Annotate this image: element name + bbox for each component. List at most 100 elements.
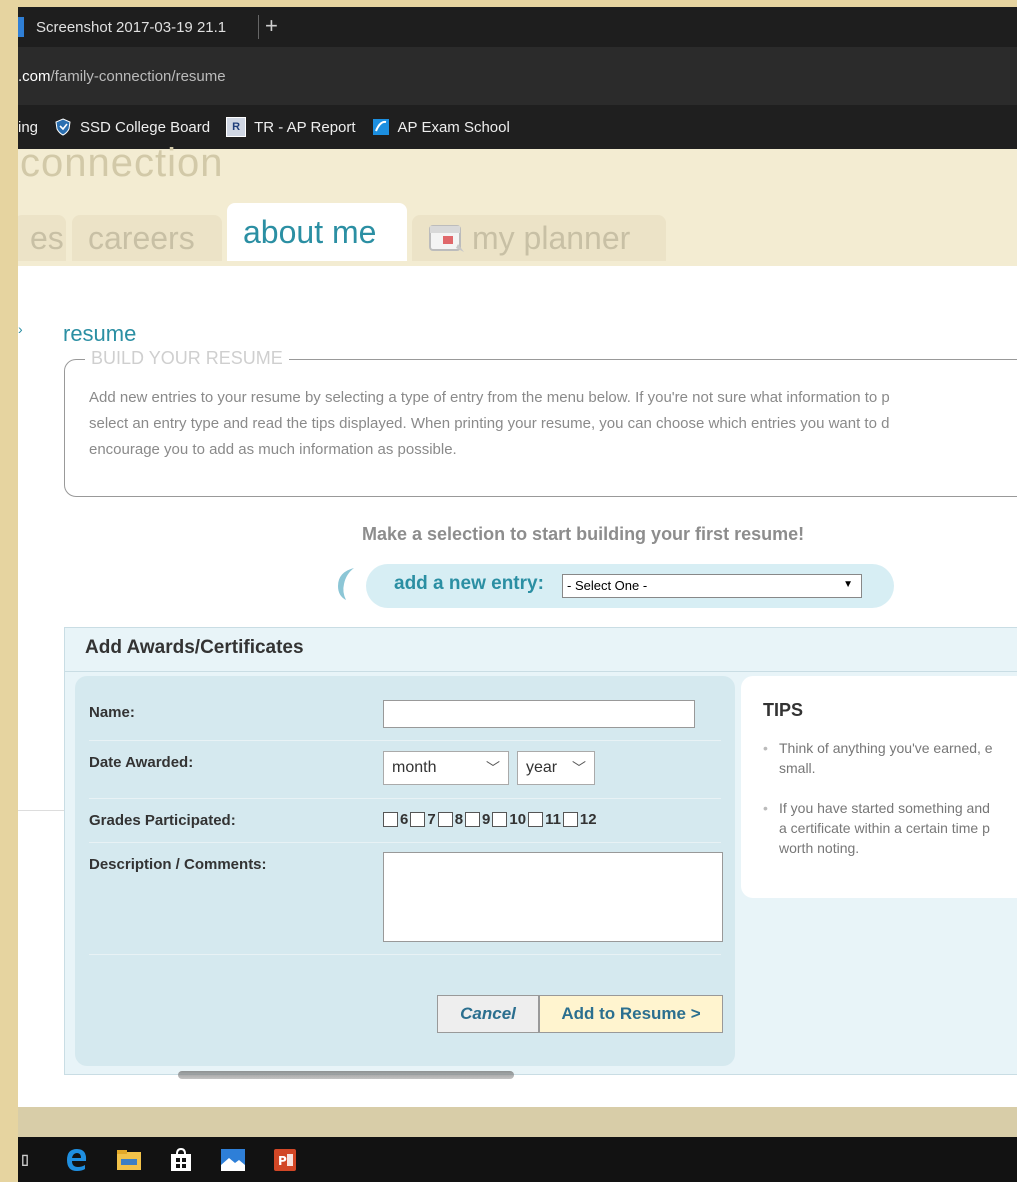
awards-form: Name: Date Awarded: month ﹀ year ﹀ Grade… <box>75 676 735 1066</box>
build-resume-description: Add new entries to your resume by select… <box>89 385 1017 463</box>
windows-taskbar: ▯ P <box>18 1137 1017 1182</box>
tab-title: Screenshot 2017-03-19 21.1 <box>36 18 227 36</box>
tab-separator <box>258 15 259 39</box>
grades-checkboxes: 6 7 8 9 10 11 12 <box>383 811 599 828</box>
tip-text: If you have started something and a cert… <box>779 800 990 856</box>
bullet-icon: • <box>763 740 768 756</box>
form-row-description: Description / Comments: <box>89 842 723 955</box>
year-select[interactable]: year ﹀ <box>517 751 595 785</box>
tip-item: • If you have started something and a cer… <box>763 798 1017 856</box>
grade-label: 11 <box>545 811 561 828</box>
grade-checkbox-11[interactable] <box>528 812 544 827</box>
favorite-label: TR - AP Report <box>254 118 356 136</box>
url-path: /family-connection/resume <box>50 67 226 85</box>
grade-checkbox-9[interactable] <box>465 812 481 827</box>
grade-checkbox-7[interactable] <box>410 812 426 827</box>
grade-label: 10 <box>509 811 527 828</box>
chevron-down-icon: ﹀ <box>572 760 586 776</box>
add-entry-bar: add a new entry: - Select One - ▼ <box>366 564 894 608</box>
edge-icon[interactable] <box>64 1147 90 1173</box>
nav-tab-partial[interactable]: es <box>18 215 66 261</box>
favorite-item-tr-ap-report[interactable]: R TR - AP Report <box>226 117 356 137</box>
add-entry-label: add a new entry: <box>394 573 544 594</box>
powerpoint-icon[interactable]: P <box>272 1147 298 1173</box>
grade-checkbox-10[interactable] <box>492 812 508 827</box>
shield-icon <box>54 118 72 136</box>
url-host: .com <box>18 67 51 85</box>
nav-tab-label: careers <box>88 219 195 256</box>
store-icon[interactable] <box>168 1147 194 1173</box>
selection-prompt: Make a selection to start building your … <box>362 524 805 544</box>
decorative-shadow <box>178 1071 514 1079</box>
task-view-icon[interactable]: ▯ <box>18 1147 38 1173</box>
left-edge-marker: › <box>18 321 23 337</box>
file-explorer-icon[interactable] <box>116 1147 142 1173</box>
cancel-button[interactable]: Cancel <box>437 995 539 1033</box>
tips-title: TIPS <box>763 700 804 720</box>
form-row-grades: Grades Participated: 6 7 8 9 10 11 12 <box>89 798 721 843</box>
calendar-icon <box>428 222 466 254</box>
favorite-item-partial[interactable]: ing <box>18 119 38 136</box>
favorite-label: AP Exam School <box>397 118 510 136</box>
month-select[interactable]: month ﹀ <box>383 751 509 785</box>
favorite-label: SSD College Board <box>80 118 211 136</box>
screen: Screenshot 2017-03-19 21.1 + .com /famil… <box>18 7 1017 1182</box>
nav-tab-label: about me <box>243 213 377 250</box>
entry-type-select[interactable]: - Select One - ▼ <box>562 574 862 598</box>
nav-tab-label: my planner <box>472 219 631 256</box>
nav-tab-about-me[interactable]: about me <box>227 203 407 261</box>
site-brand: connection <box>20 141 224 185</box>
grade-label: 6 <box>400 811 409 828</box>
description-label: Description / Comments: <box>89 856 267 873</box>
build-resume-fieldset: BUILD YOUR RESUME Add new entries to you… <box>64 348 1017 497</box>
grade-label: 8 <box>454 811 464 828</box>
favorite-item-ap-exam-school[interactable]: AP Exam School <box>372 118 510 136</box>
grade-checkbox-12[interactable] <box>562 812 578 827</box>
grade-label: 7 <box>427 811 436 828</box>
browser-titlebar: Screenshot 2017-03-19 21.1 + <box>18 7 1017 47</box>
ap-icon <box>372 118 390 136</box>
left-divider <box>18 810 64 811</box>
description-line: select an entry type and read the tips d… <box>89 415 890 432</box>
build-resume-legend: BUILD YOUR RESUME <box>85 348 289 369</box>
web-page: connection es careers about me my planne… <box>18 141 1017 1107</box>
name-label: Name: <box>89 704 135 721</box>
tips-box: TIPS • Think of anything you've earned, e… <box>741 676 1017 898</box>
new-tab-button[interactable]: + <box>265 13 278 39</box>
address-bar[interactable]: .com /family-connection/resume <box>18 47 1017 105</box>
grade-checkbox-8[interactable] <box>437 812 453 827</box>
nav-tab-careers[interactable]: careers <box>72 215 222 261</box>
description-textarea[interactable] <box>383 852 723 942</box>
nav-tab-label: es <box>30 219 64 256</box>
entry-type-selected: - Select One - <box>567 578 648 593</box>
browser-tab[interactable]: Screenshot 2017-03-19 21.1 <box>18 7 226 47</box>
month-selected: month <box>392 759 437 776</box>
favorite-label: ing <box>18 118 39 136</box>
form-row-name: Name: <box>89 688 721 741</box>
page-title: resume <box>63 321 137 346</box>
photos-icon[interactable] <box>220 1147 246 1173</box>
page-footer-band <box>18 1107 1017 1137</box>
description-line: Add new entries to your resume by select… <box>89 389 890 406</box>
grade-checkbox-6[interactable] <box>383 812 398 827</box>
panel-header: Add Awards/Certificates <box>65 628 1017 672</box>
year-selected: year <box>526 759 558 776</box>
tip-text: Think of anything you've earned, e small… <box>779 740 993 776</box>
tab-favicon-icon <box>18 17 24 37</box>
svg-text:P: P <box>278 1154 287 1168</box>
description-line: encourage you to add as much information… <box>89 441 457 458</box>
name-input[interactable] <box>383 700 695 728</box>
main-nav: es careers about me my planner <box>18 201 1017 261</box>
awards-panel: Add Awards/Certificates Name: Date Award… <box>64 627 1017 1075</box>
add-to-resume-button[interactable]: Add to Resume > <box>539 995 723 1033</box>
grade-label: 9 <box>482 811 491 828</box>
dropdown-arrow-icon: ▼ <box>843 579 853 590</box>
form-row-date: Date Awarded: month ﹀ year ﹀ <box>89 740 721 799</box>
chevron-down-icon: ﹀ <box>486 760 500 776</box>
grade-label: 12 <box>579 811 597 828</box>
main-content: › resume BUILD YOUR RESUME Add new entri… <box>18 266 1017 1107</box>
nav-tab-my-planner[interactable]: my planner <box>412 215 666 261</box>
date-awarded-label: Date Awarded: <box>89 754 194 771</box>
grades-label: Grades Participated: <box>89 812 236 829</box>
favorite-item-ssd-college-board[interactable]: SSD College Board <box>54 118 210 136</box>
